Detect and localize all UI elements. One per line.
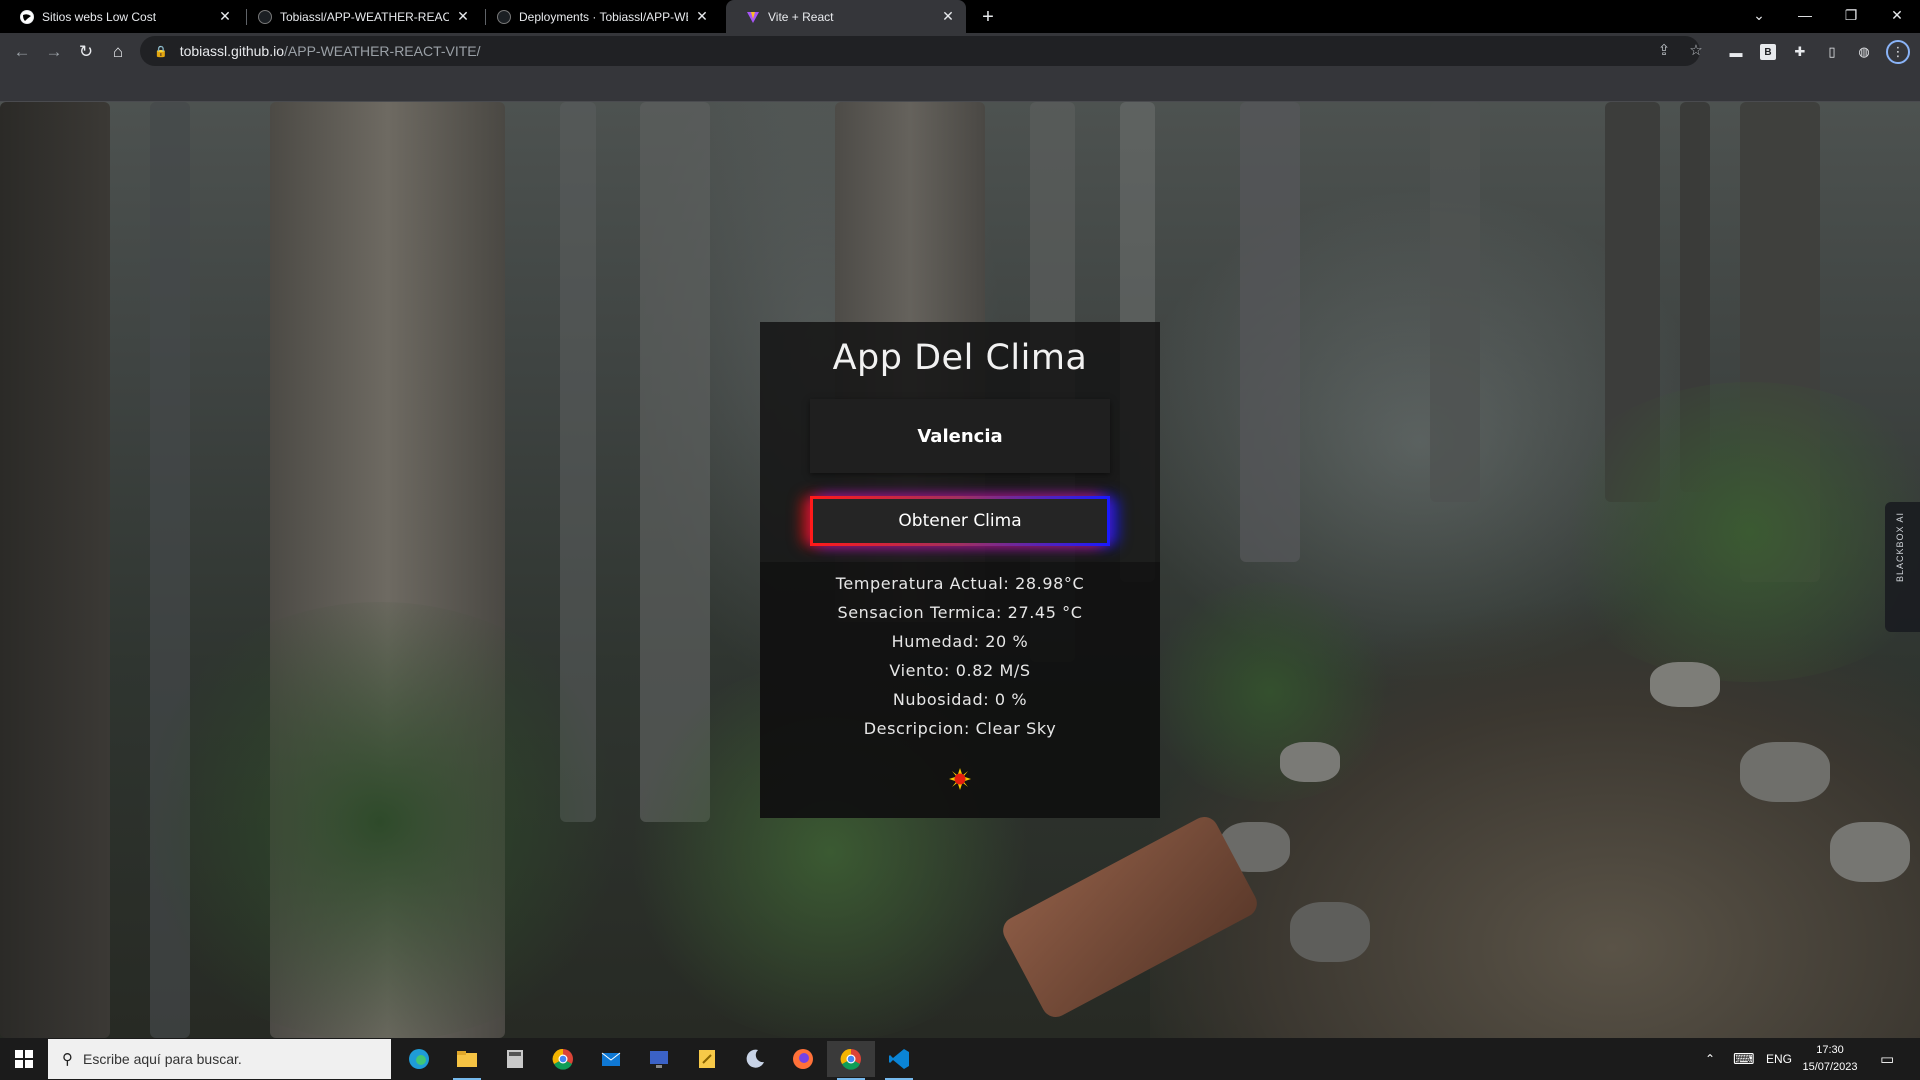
- keyboard-icon[interactable]: ⌨: [1733, 1038, 1755, 1080]
- tab-sitios-webs[interactable]: Sitios webs Low Cost ✕: [0, 0, 243, 33]
- taskbar-clock[interactable]: 17:30 15/07/2023: [1790, 1042, 1870, 1076]
- vite-icon: [746, 10, 760, 24]
- menu-kebab-icon[interactable]: ⋮: [1886, 40, 1910, 64]
- tab-title: Deployments · Tobiassl/APP-WE: [519, 9, 688, 24]
- sticky-notes-icon[interactable]: [683, 1041, 731, 1077]
- browser-toolbar: ← → ↻ ⌂ 🔒 tobiassl.github.io/APP-WEATHER…: [0, 33, 1920, 70]
- cloudiness-text: Nubosidad: 0 %: [892, 690, 1028, 709]
- search-icon: ⚲: [62, 1051, 73, 1068]
- rock: [1280, 742, 1340, 782]
- feels-like-text: Sensacion Termica: 27.45 °C: [837, 603, 1083, 622]
- tree-trunk: [1240, 102, 1300, 562]
- chrome-icon[interactable]: [539, 1041, 587, 1077]
- description-text: Descripcion: Clear Sky: [863, 719, 1057, 738]
- rock: [1830, 822, 1910, 882]
- tree-trunk: [0, 102, 110, 1038]
- humidity-text: Humedad: 20 %: [891, 632, 1029, 651]
- calculator-icon[interactable]: [491, 1041, 539, 1077]
- clock-time: 17:30: [1816, 1044, 1844, 1056]
- tab-search-icon[interactable]: ⌄: [1736, 0, 1782, 30]
- reload-icon[interactable]: ↻: [72, 38, 100, 66]
- vscode-icon[interactable]: [875, 1041, 923, 1080]
- city-input[interactable]: [810, 399, 1110, 473]
- tab-title: Sitios webs Low Cost: [42, 9, 157, 24]
- app-title: App Del Clima: [832, 338, 1088, 378]
- rock: [1650, 662, 1720, 707]
- get-weather-button[interactable]: Obtener Clima: [810, 496, 1110, 546]
- forward-icon[interactable]: →: [40, 38, 68, 66]
- foliage: [120, 602, 640, 1038]
- tab-vite-react[interactable]: Vite + React ✕: [726, 0, 966, 33]
- close-icon[interactable]: ✕: [455, 8, 471, 25]
- temperature-text: Temperatura Actual: 28.98°C: [835, 574, 1085, 593]
- side-panel-icon[interactable]: ▯: [1822, 42, 1842, 62]
- windows-taskbar: ⚲ Escribe aquí para buscar. ⌃ ⌨ ENG 17:3…: [0, 1038, 1920, 1080]
- file-explorer-icon[interactable]: [443, 1041, 491, 1080]
- url-path: /APP-WEATHER-REACT-VITE/: [284, 43, 481, 59]
- home-icon[interactable]: ⌂: [104, 38, 132, 66]
- edge-icon[interactable]: [395, 1041, 443, 1077]
- weather-app-page: App Del Clima Obtener Clima Temperatura …: [0, 102, 1920, 1038]
- url-host: tobiassl.github.io: [179, 43, 284, 59]
- lock-icon: 🔒: [154, 45, 168, 58]
- close-window-button[interactable]: ✕: [1874, 0, 1920, 30]
- language-indicator[interactable]: ENG: [1766, 1038, 1792, 1080]
- close-icon[interactable]: ✕: [940, 8, 956, 25]
- tab-deployments[interactable]: Deployments · Tobiassl/APP-WE ✕: [477, 0, 720, 33]
- profile-avatar-icon[interactable]: ◍: [1854, 42, 1874, 62]
- sun-icon: [949, 768, 971, 790]
- weather-card: App Del Clima Obtener Clima Temperatura …: [760, 322, 1160, 818]
- taskbar-search-input[interactable]: ⚲ Escribe aquí para buscar.: [48, 1039, 391, 1079]
- back-icon[interactable]: ←: [8, 38, 36, 66]
- tray-expand-icon[interactable]: ⌃: [1705, 1038, 1715, 1080]
- github-icon: [497, 9, 511, 24]
- blackbox-ai-widget[interactable]: BLACKBOX AI: [1885, 502, 1920, 632]
- tree-trunk: [1430, 102, 1480, 502]
- restore-button[interactable]: ❐: [1828, 0, 1874, 30]
- extension-b-icon[interactable]: B: [1760, 44, 1776, 60]
- globe-icon: [20, 9, 34, 24]
- extensions-puzzle-icon[interactable]: ✚: [1790, 42, 1810, 62]
- bookmark-star-icon[interactable]: ☆: [1684, 38, 1708, 62]
- remote-desktop-icon[interactable]: [635, 1041, 683, 1077]
- tab-title: Tobiassl/APP-WEATHER-REACT-V: [280, 9, 449, 24]
- mail-icon[interactable]: [587, 1041, 635, 1077]
- chrome-active-icon[interactable]: [827, 1041, 875, 1080]
- rock: [1290, 902, 1370, 962]
- firefox-icon[interactable]: [779, 1041, 827, 1077]
- address-bar[interactable]: 🔒 tobiassl.github.io/APP-WEATHER-REACT-V…: [140, 36, 1700, 66]
- new-tab-button[interactable]: +: [976, 5, 1000, 29]
- extension-icon[interactable]: ▬: [1726, 42, 1746, 62]
- github-icon: [258, 9, 272, 24]
- tab-title: Vite + React: [768, 9, 834, 24]
- windows-start-icon[interactable]: [0, 1038, 48, 1080]
- tab-strip: Sitios webs Low Cost ✕ Tobiassl/APP-WEAT…: [0, 0, 1920, 33]
- bookmark-bar: [0, 70, 1920, 102]
- share-icon[interactable]: ⇪: [1652, 38, 1676, 62]
- tab-github-repo[interactable]: Tobiassl/APP-WEATHER-REACT-V ✕: [238, 0, 481, 33]
- foliage: [1140, 582, 1400, 802]
- rock: [1740, 742, 1830, 802]
- search-placeholder: Escribe aquí para buscar.: [83, 1051, 242, 1067]
- minimize-button[interactable]: —: [1782, 0, 1828, 30]
- close-icon[interactable]: ✕: [694, 8, 710, 25]
- close-icon[interactable]: ✕: [217, 8, 233, 25]
- wind-text: Viento: 0.82 M/S: [889, 661, 1031, 680]
- weather-results: Temperatura Actual: 28.98°C Sensacion Te…: [760, 562, 1160, 818]
- notifications-icon[interactable]: ▭: [1880, 1038, 1894, 1080]
- moon-app-icon[interactable]: [731, 1041, 779, 1077]
- clock-date: 15/07/2023: [1802, 1061, 1858, 1073]
- blackbox-label: BLACKBOX AI: [1895, 512, 1905, 583]
